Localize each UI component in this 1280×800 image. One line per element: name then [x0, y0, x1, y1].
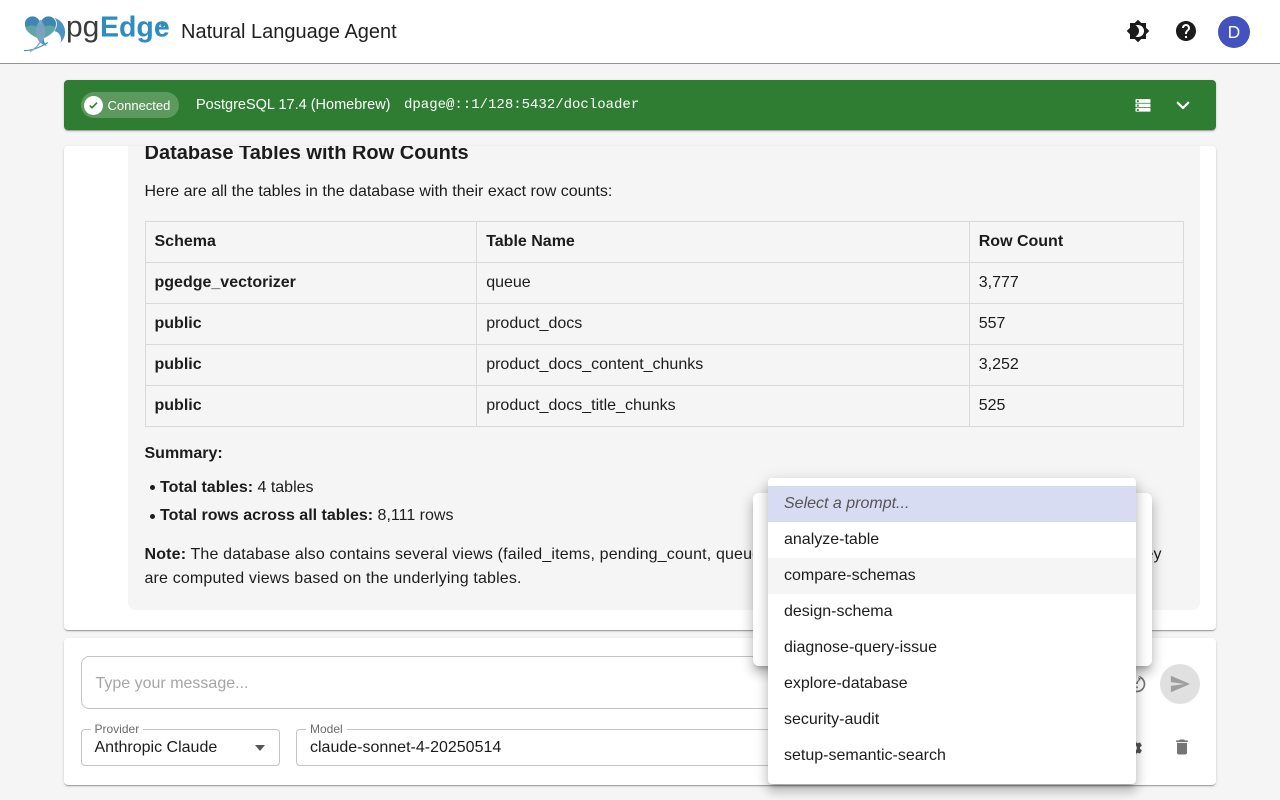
svg-text:Edge: Edge — [100, 12, 170, 44]
svg-text:pg: pg — [66, 11, 99, 44]
